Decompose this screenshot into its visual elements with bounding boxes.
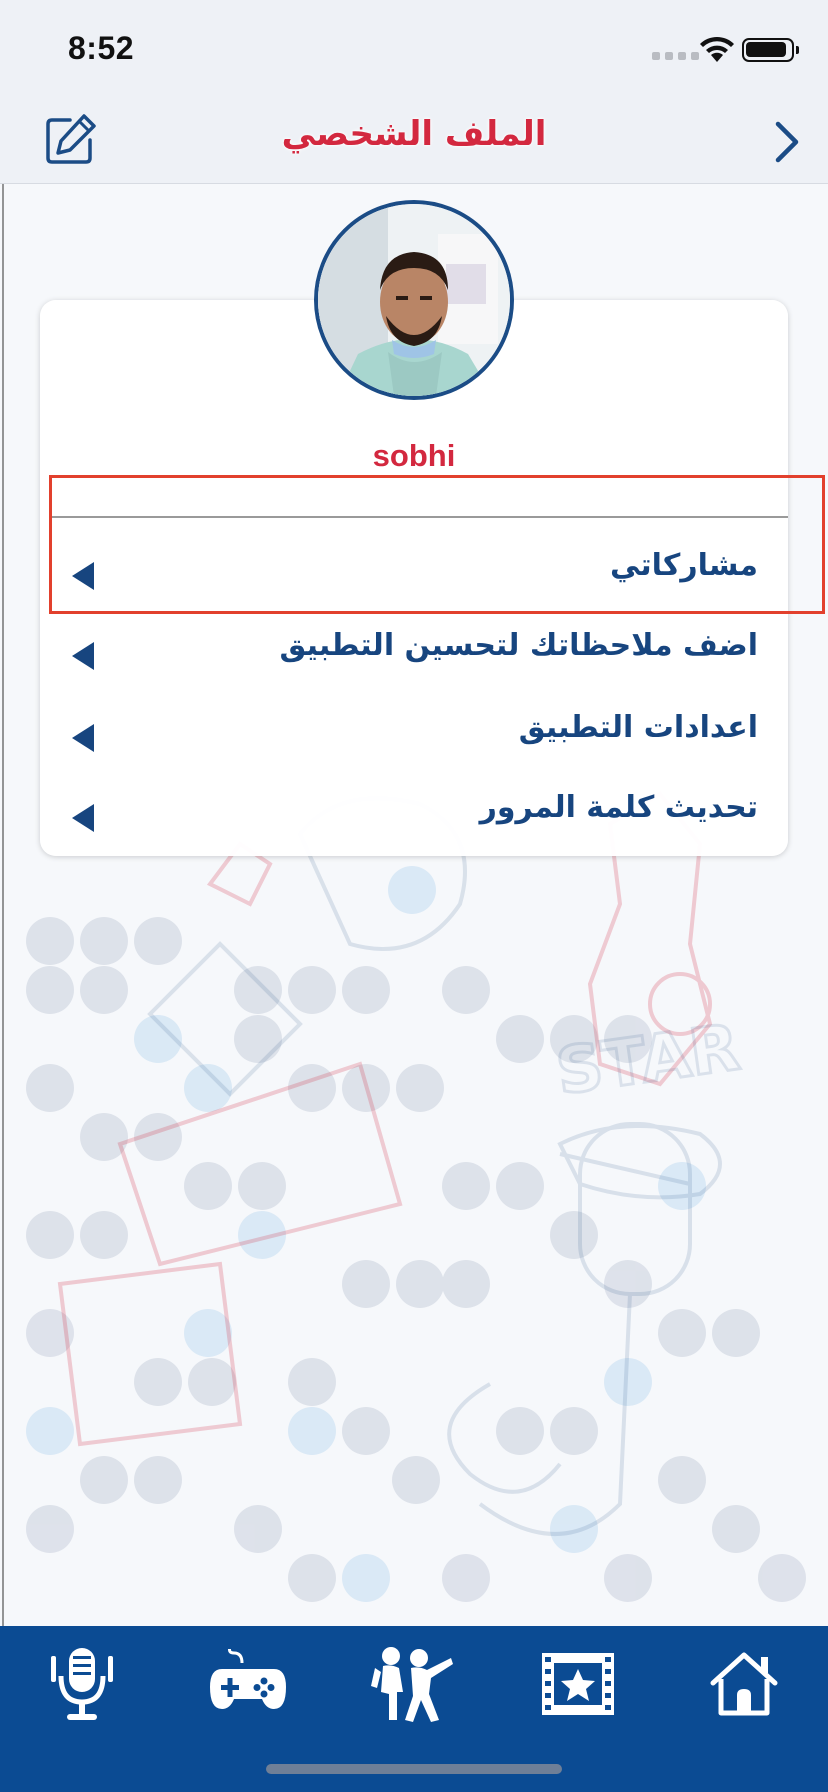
tab-games[interactable] — [198, 1644, 298, 1724]
tab-microphone[interactable] — [32, 1644, 132, 1724]
edit-icon[interactable] — [44, 112, 98, 166]
battery-icon — [742, 38, 799, 62]
menu-item-label: اعدادات التطبيق — [518, 710, 758, 745]
film-star-icon — [542, 1653, 614, 1715]
triangle-left-icon — [72, 804, 94, 832]
tab-videos[interactable] — [528, 1644, 628, 1724]
menu-item-change-password[interactable]: تحديث كلمة المرور — [40, 776, 788, 856]
app-screen: 8:52 الملف الشخصي STAR sobhi مشاركاتي اض… — [0, 0, 828, 1792]
tab-dance[interactable] — [362, 1644, 462, 1724]
menu-item-label: تحديث كلمة المرور — [479, 790, 758, 825]
user-name: sobhi — [372, 438, 456, 473]
status-bar: 8:52 — [0, 0, 828, 100]
avatar[interactable] — [314, 200, 514, 400]
dancers-icon — [371, 1647, 453, 1722]
cellular-signal-icon — [652, 52, 699, 60]
selection-highlight — [49, 475, 825, 614]
wifi-icon — [700, 36, 734, 62]
menu-item-label: اضف ملاحظاتك لتحسين التطبيق — [279, 628, 758, 663]
page-title: الملف الشخصي — [281, 114, 547, 154]
triangle-left-icon — [72, 724, 94, 752]
tab-home[interactable] — [694, 1644, 794, 1724]
gamepad-icon — [210, 1649, 286, 1709]
chevron-right-icon[interactable] — [772, 120, 802, 164]
menu-item-app-settings[interactable]: اعدادات التطبيق — [40, 696, 788, 776]
navigation-bar: الملف الشخصي — [0, 100, 828, 184]
status-time: 8:52 — [68, 30, 135, 66]
triangle-left-icon — [72, 642, 94, 670]
menu-item-feedback[interactable]: اضف ملاحظاتك لتحسين التطبيق — [40, 614, 788, 694]
microphone-icon — [51, 1648, 113, 1720]
left-edge-line — [2, 184, 4, 1626]
home-indicator — [266, 1764, 562, 1774]
avatar-photo — [318, 204, 510, 396]
home-icon — [710, 1652, 778, 1716]
